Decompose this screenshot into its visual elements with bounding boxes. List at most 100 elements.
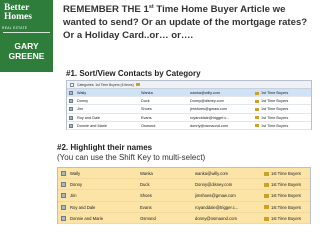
contact-first-name: Donny <box>70 182 83 188</box>
contact-row[interactable]: Donny Duck Donny@disney.com 1st Time Buyers <box>67 97 311 106</box>
contact-first-name: Donnie and Marie <box>77 123 107 128</box>
contact-list-screenshot: Categories: 1st Time Buyers (6 items) Wa… <box>66 80 312 130</box>
contact-last-name: Evans <box>140 204 152 210</box>
expand-collapse-icon[interactable] <box>70 82 74 87</box>
contact-category-text: 1st Time Buyers <box>271 193 302 199</box>
contact-category-text: 1st Time Buyers <box>271 171 302 176</box>
highlighted-contact-list: Wally Wanka wanka@willy.com 1st Time Buyers… <box>58 168 310 224</box>
contact-row[interactable]: Jim Shoes jimshoes@gmaw.com 1st Time Buyers <box>58 190 310 202</box>
contact-email: Donny@disney.com <box>190 99 224 104</box>
contact-email: donny@osmaond.com <box>195 215 237 221</box>
contact-last-name: Osmond <box>141 123 156 128</box>
contact-row[interactable]: Donnie and Marie Osmond donny@osmaond.com 1… <box>58 212 310 224</box>
category-color-icon <box>264 171 269 176</box>
contact-list: Wally Wanka wanka@willy.com 1st Time Buyers… <box>67 89 311 130</box>
contact-card-icon <box>61 204 66 210</box>
brand-logo: Better Homes REAL ESTATE GARY GREENE <box>0 0 53 72</box>
contact-card-icon <box>61 171 66 176</box>
contact-email: wanka@willy.com <box>195 171 229 176</box>
contact-card-icon <box>69 91 73 95</box>
contact-first-name: Donny <box>77 99 88 104</box>
contact-category-text: 1st Time Buyers <box>261 91 289 95</box>
logo-line-2: Homes <box>4 12 32 22</box>
step-1-label: #1. Sort/View Contacts by Category <box>66 69 201 78</box>
contact-first-name: Wally <box>70 171 81 176</box>
contact-first-name: Donnie and Marie <box>70 215 104 221</box>
agent-name: GARY GREENE <box>0 41 53 61</box>
contact-category: 1st Time Buyers <box>264 193 310 198</box>
slide-headline: REMEMBER THE 1st Time Home Buyer Article… <box>63 4 318 42</box>
contact-card-icon <box>61 215 66 221</box>
contact-card-icon <box>69 107 73 112</box>
contact-last-name: Duck <box>140 182 150 188</box>
contact-category-text: 1st Time Buyers <box>271 182 302 188</box>
contact-email: royanddale@trigger.c... <box>190 115 230 120</box>
contact-email: donny@osmaond.com <box>190 123 229 128</box>
contact-category-text: 1st Time Buyers <box>271 204 302 210</box>
contact-row[interactable]: Donny Duck Donny@disney.com 1st Time Buyers <box>58 179 310 191</box>
contact-row[interactable]: Donnie and Marie Osmond donny@osmaond.com 1… <box>67 122 311 130</box>
contact-last-name: Wanka <box>140 171 153 176</box>
contact-last-name: Osmond <box>140 215 156 221</box>
contact-category-text: 1st Time Buyers <box>261 115 289 120</box>
contact-category-text: 1st Time Buyers <box>261 107 289 112</box>
contact-first-name: Roy and Dale <box>70 204 96 210</box>
category-color-icon <box>255 116 259 120</box>
contact-email: royanddale@trigger.c... <box>195 204 239 210</box>
contact-category: 1st Time Buyers <box>264 182 310 187</box>
category-color-icon <box>135 83 140 86</box>
contact-row[interactable]: Wally Wanka wanka@willy.com 1st Time Buyers <box>58 168 310 180</box>
contact-card-icon <box>69 123 73 128</box>
contact-category: 1st Time Buyers <box>264 205 310 210</box>
contact-first-name: Jim <box>70 193 77 199</box>
contact-email: jimshoes@gmaw.com <box>190 107 227 112</box>
category-color-icon <box>264 216 269 221</box>
step-2-note: (You can use the Shift Key to multi-sele… <box>57 153 206 162</box>
category-color-icon <box>264 194 269 199</box>
agent-name-line-1: GARY <box>14 41 39 51</box>
category-color-icon <box>264 205 269 210</box>
logo-wordmark: Better Homes <box>4 3 50 22</box>
contact-email: Donny@disney.com <box>195 182 233 188</box>
category-color-icon <box>255 107 259 111</box>
contact-last-name: Duck <box>141 99 150 104</box>
contact-category: 1st Time Buyers <box>264 216 310 221</box>
contact-last-name: Shoes <box>140 193 152 199</box>
logo-tagline: REAL ESTATE <box>2 26 28 30</box>
headline-part-1: REMEMBER THE 1 <box>63 4 149 15</box>
contact-first-name: Jim <box>77 107 83 112</box>
category-group-label: Categories: 1st Time Buyers (6 items) <box>77 82 134 87</box>
logo-divider <box>3 32 50 33</box>
contact-category: 1st Time Buyers <box>255 124 307 128</box>
highlighted-contacts-screenshot: Wally Wanka wanka@willy.com 1st Time Buyers… <box>57 167 311 224</box>
contact-category-text: 1st Time Buyers <box>261 99 289 104</box>
contact-category: 1st Time Buyers <box>255 99 307 103</box>
contact-row[interactable]: Wally Wanka wanka@willy.com 1st Time Buyers <box>67 89 311 98</box>
contact-email: jimshoes@gmaw.com <box>195 193 236 199</box>
contact-card-icon <box>69 99 73 104</box>
contact-category: 1st Time Buyers <box>255 91 307 95</box>
contact-email: wanka@willy.com <box>190 91 220 95</box>
contact-card-icon <box>69 115 73 120</box>
contact-category-text: 1st Time Buyers <box>271 215 302 221</box>
category-color-icon <box>264 183 269 188</box>
contact-card-icon <box>61 193 66 199</box>
category-color-icon <box>255 91 259 95</box>
contact-row[interactable]: Roy and Dale Evans royanddale@trigger.c...… <box>58 201 310 213</box>
contact-row[interactable]: Roy and Dale Evans royanddale@trigger.c...… <box>67 114 311 122</box>
contact-category-text: 1st Time Buyers <box>261 123 289 128</box>
contact-last-name: Evans <box>141 115 152 120</box>
contact-row[interactable]: Jim Shoes jimshoes@gmaw.com 1st Time Buyers <box>67 105 311 114</box>
category-color-icon <box>255 124 259 128</box>
contact-last-name: Shoes <box>141 107 152 112</box>
category-group-header[interactable]: Categories: 1st Time Buyers (6 items) <box>67 81 311 89</box>
contact-first-name: Roy and Dale <box>77 115 101 120</box>
contact-last-name: Wanka <box>141 91 153 95</box>
contact-category: 1st Time Buyers <box>264 171 310 176</box>
contact-category: 1st Time Buyers <box>255 107 307 111</box>
contact-category: 1st Time Buyers <box>255 116 307 120</box>
step-2-label: #2. Highlight their names <box>57 143 153 152</box>
contact-card-icon <box>61 182 66 188</box>
agent-name-line-2: GREENE <box>8 51 45 61</box>
contact-first-name: Wally <box>77 91 87 95</box>
